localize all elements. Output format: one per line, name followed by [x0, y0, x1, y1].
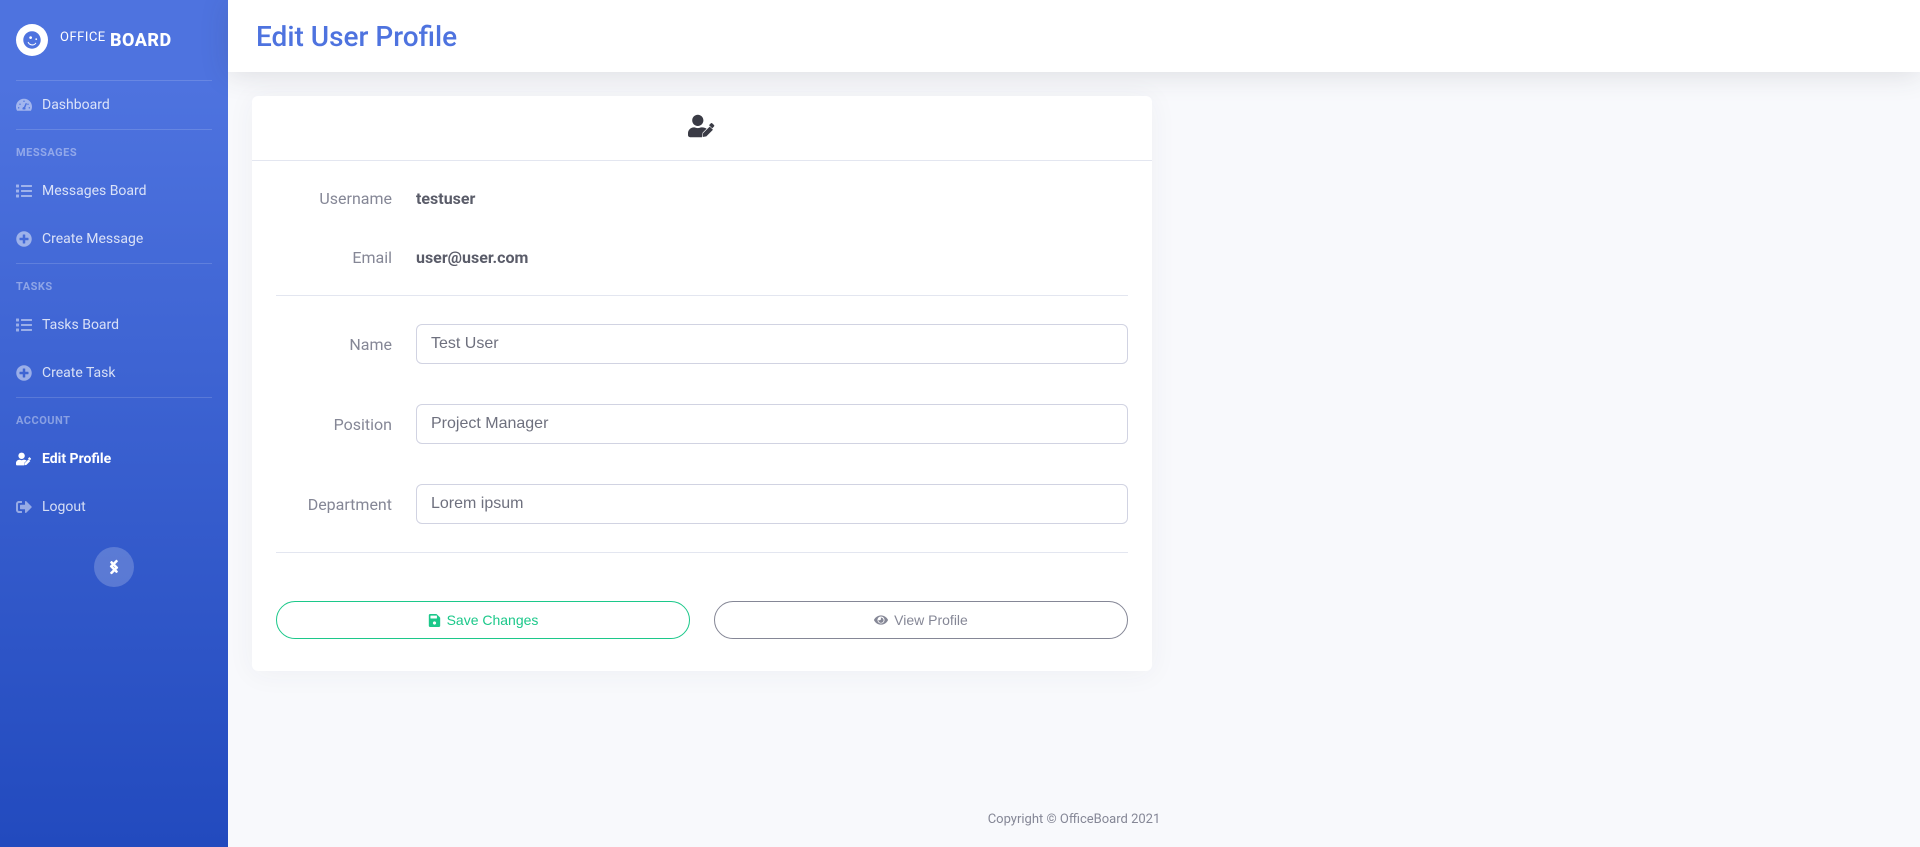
heading-tasks: TASKS	[0, 264, 228, 301]
nav-messages-board-label: Messages Board	[42, 183, 147, 199]
content-wrapper: Edit User Profile Username testuser Emai…	[228, 0, 1920, 847]
logout-icon	[16, 499, 32, 515]
nav-create-message-label: Create Message	[42, 231, 143, 247]
nav-edit-profile-label: Edit Profile	[42, 451, 111, 467]
heading-messages: MESSAGES	[0, 130, 228, 167]
sidebar: OFFICE BOARD Dashboard MESSAGES Messages…	[0, 0, 228, 847]
save-button-label: Save Changes	[447, 612, 539, 628]
row-position: Position	[276, 384, 1128, 464]
nav-create-task-label: Create Task	[42, 365, 116, 381]
brand-board: BOARD	[110, 30, 172, 51]
name-label: Name	[276, 335, 416, 354]
username-label: Username	[276, 189, 416, 208]
nav-logout[interactable]: Logout	[0, 483, 228, 531]
nav-dashboard-label: Dashboard	[42, 97, 110, 113]
email-label: Email	[276, 248, 416, 267]
save-button[interactable]: Save Changes	[276, 601, 690, 639]
dashboard-icon	[16, 97, 32, 113]
brand-icon	[16, 24, 48, 56]
sidebar-toggle[interactable]	[94, 547, 134, 587]
profile-card: Username testuser Email user@user.com Na…	[252, 96, 1152, 671]
row-username: Username testuser	[276, 169, 1128, 228]
nav-tasks-board-label: Tasks Board	[42, 317, 119, 333]
eye-icon	[874, 613, 888, 627]
name-input[interactable]	[416, 324, 1128, 364]
position-label: Position	[276, 415, 416, 434]
copyright-text: Copyright © OfficeBoard 2021	[988, 812, 1161, 827]
brand-link[interactable]: OFFICE BOARD	[0, 0, 228, 80]
department-label: Department	[276, 495, 416, 514]
view-button[interactable]: View Profile	[714, 601, 1128, 639]
brand-text: OFFICE BOARD	[60, 30, 172, 51]
topbar: Edit User Profile	[228, 0, 1920, 72]
row-email: Email user@user.com	[276, 228, 1128, 287]
nav-tasks-board[interactable]: Tasks Board	[0, 301, 228, 349]
nav-create-task[interactable]: Create Task	[0, 349, 228, 397]
nav-dashboard[interactable]: Dashboard	[0, 81, 228, 129]
email-value: user@user.com	[416, 248, 528, 267]
save-icon	[428, 614, 441, 627]
plus-circle-icon	[16, 231, 32, 247]
heading-account: ACCOUNT	[0, 398, 228, 435]
brand-office: OFFICE	[60, 30, 106, 45]
nav-messages-board[interactable]: Messages Board	[0, 167, 228, 215]
plus-circle-icon	[16, 365, 32, 381]
nav-logout-label: Logout	[42, 499, 86, 515]
position-input[interactable]	[416, 404, 1128, 444]
card-header	[252, 96, 1152, 161]
footer: Copyright © OfficeBoard 2021	[228, 792, 1920, 847]
nav-create-message[interactable]: Create Message	[0, 215, 228, 263]
department-input[interactable]	[416, 484, 1128, 524]
username-value: testuser	[416, 189, 475, 208]
page-title: Edit User Profile	[256, 20, 457, 53]
row-department: Department	[276, 464, 1128, 544]
list-icon	[16, 183, 32, 199]
angle-icon	[106, 559, 122, 575]
row-name: Name	[276, 304, 1128, 384]
view-button-label: View Profile	[894, 612, 968, 628]
list-icon	[16, 317, 32, 333]
user-edit-icon	[16, 451, 32, 467]
nav-edit-profile[interactable]: Edit Profile	[0, 435, 228, 483]
user-edit-icon	[688, 112, 716, 140]
